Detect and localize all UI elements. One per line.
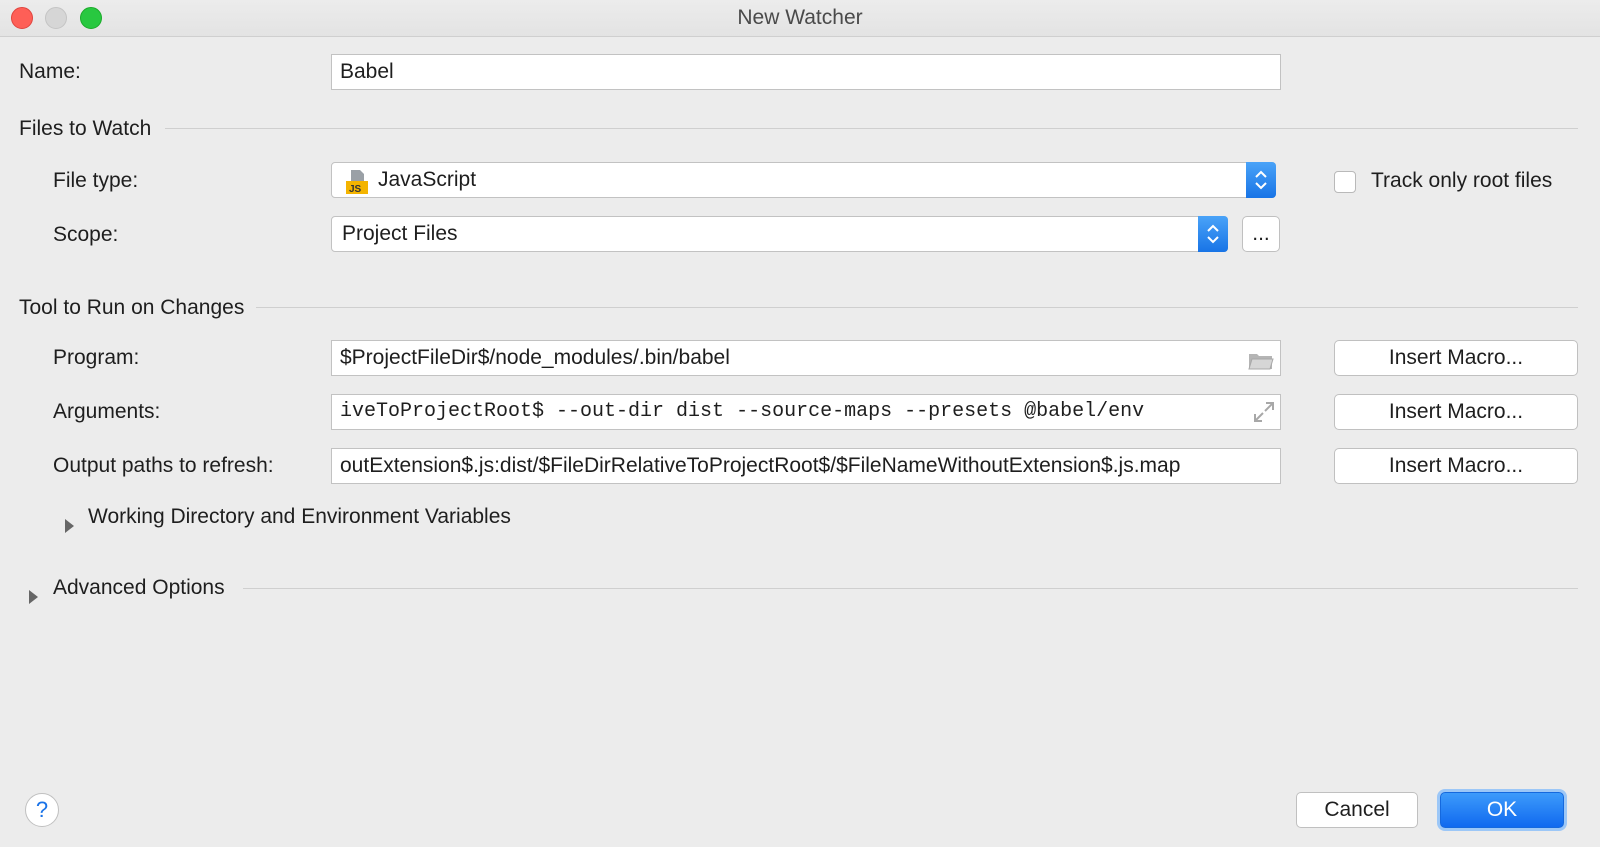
help-button[interactable]: ? [25, 793, 59, 827]
track-only-root-files-label: Track only root files [1371, 169, 1553, 192]
files-to-watch-heading: Files to Watch [19, 117, 152, 140]
section-divider [243, 588, 1578, 589]
arguments-insert-macro-button[interactable]: Insert Macro... [1334, 394, 1578, 430]
scope-more-button[interactable]: ... [1242, 216, 1280, 252]
folder-icon[interactable] [1248, 348, 1274, 375]
file-type-select[interactable]: JS JavaScript [331, 162, 1276, 198]
expand-icon[interactable] [1252, 400, 1276, 429]
scope-value: Project Files [342, 222, 458, 245]
section-divider [256, 307, 1578, 308]
output-paths-input[interactable]: outExtension$.js:dist/$FileDirRelativeTo… [331, 448, 1281, 484]
cancel-button[interactable]: Cancel [1296, 792, 1418, 828]
name-label: Name: [19, 60, 81, 83]
tool-to-run-heading: Tool to Run on Changes [19, 296, 245, 319]
program-input[interactable]: $ProjectFileDir$/node_modules/.bin/babel [331, 340, 1281, 376]
working-directory-toggle[interactable]: Working Directory and Environment Variab… [88, 505, 511, 529]
ok-button[interactable]: OK [1440, 792, 1564, 828]
program-value: $ProjectFileDir$/node_modules/.bin/babel [340, 346, 730, 369]
scope-label: Scope: [53, 223, 119, 246]
output-insert-macro-button[interactable]: Insert Macro... [1334, 448, 1578, 484]
program-label: Program: [53, 346, 140, 369]
expand-triangle-icon[interactable] [65, 519, 74, 533]
section-divider [165, 128, 1578, 129]
file-type-label: File type: [53, 169, 139, 192]
svg-text:JS: JS [349, 184, 362, 195]
output-paths-label: Output paths to refresh: [53, 454, 274, 477]
chevron-up-down-icon[interactable] [1246, 162, 1276, 198]
track-only-root-files-checkbox[interactable] [1334, 171, 1356, 193]
js-file-icon: JS [344, 169, 370, 206]
expand-triangle-icon[interactable] [29, 590, 38, 604]
chevron-up-down-icon[interactable] [1198, 216, 1228, 252]
arguments-input[interactable]: iveToProjectRoot$ --out-dir dist --sourc… [331, 394, 1281, 430]
file-type-value: JavaScript [378, 168, 477, 191]
advanced-options-toggle[interactable]: Advanced Options [53, 576, 225, 600]
arguments-value: iveToProjectRoot$ --out-dir dist --sourc… [340, 400, 1145, 423]
output-paths-value: outExtension$.js:dist/$FileDirRelativeTo… [340, 454, 1181, 477]
scope-select[interactable]: Project Files [331, 216, 1228, 252]
name-input[interactable]: Babel [331, 54, 1281, 90]
arguments-label: Arguments: [53, 400, 161, 423]
program-insert-macro-button[interactable]: Insert Macro... [1334, 340, 1578, 376]
window-title: New Watcher [737, 6, 863, 29]
title-bar: New Watcher [0, 0, 1600, 37]
